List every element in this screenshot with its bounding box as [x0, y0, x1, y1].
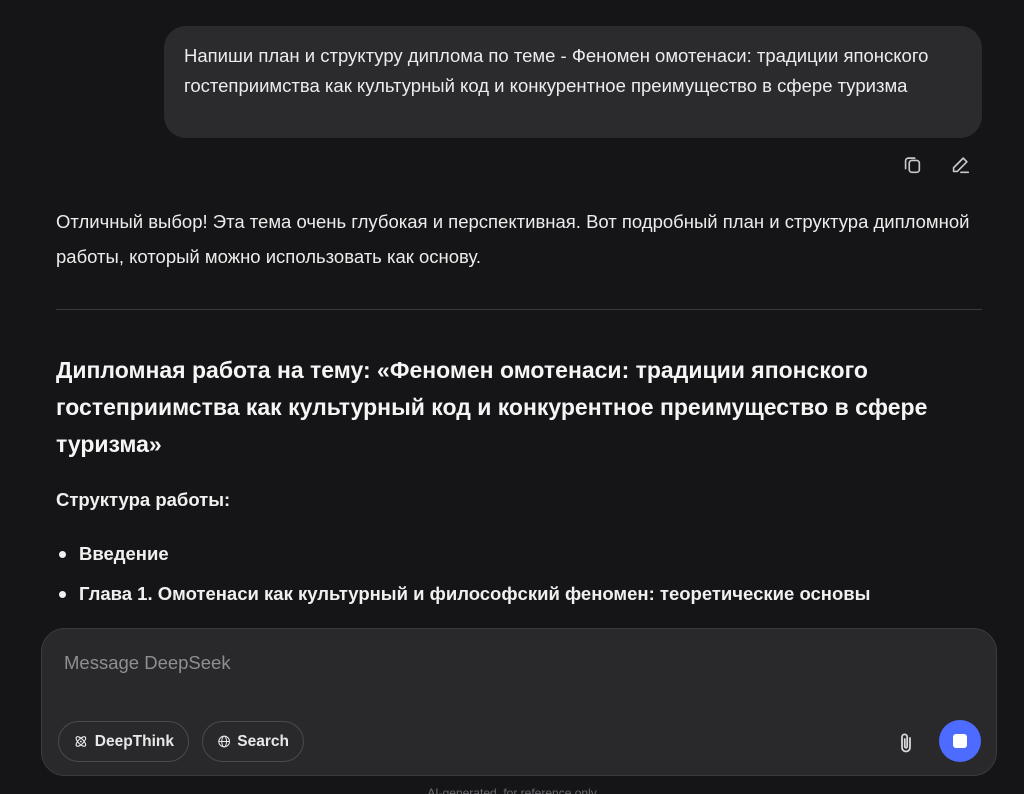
- user-message-bubble: Напиши план и структуру диплома по теме …: [164, 26, 982, 138]
- paperclip-icon: [901, 733, 911, 753]
- assistant-heading: Дипломная работа на тему: «Феномен омоте…: [56, 357, 928, 457]
- edit-button[interactable]: [948, 153, 972, 177]
- message-actions: [900, 150, 980, 180]
- footer-note: AI-generated, for reference only: [427, 786, 597, 794]
- message-composer: DeepThink Search: [41, 628, 997, 776]
- deepthink-button[interactable]: DeepThink: [58, 721, 189, 762]
- structure-label: Структура работы:: [56, 489, 231, 510]
- edit-icon: [952, 157, 970, 174]
- copy-icon: [904, 157, 921, 174]
- deepthink-label: DeepThink: [94, 732, 174, 750]
- message-input[interactable]: [64, 649, 924, 677]
- list-item: Глава 1. Омотенаси как культурный и фило…: [56, 580, 870, 620]
- atom-icon: [75, 736, 87, 747]
- chat-page: Напиши план и структуру диплома по теме …: [0, 0, 1024, 794]
- globe-icon: [218, 735, 231, 748]
- stop-icon: [953, 734, 967, 748]
- copy-button[interactable]: [900, 153, 924, 177]
- search-button[interactable]: Search: [202, 721, 304, 762]
- user-message-text: Напиши план и структуру диплома по теме …: [184, 45, 929, 96]
- divider: [56, 309, 982, 310]
- list-item: Введение: [56, 540, 870, 580]
- assistant-intro-text: Отличный выбор! Эта тема очень глубокая …: [56, 211, 970, 267]
- stop-generation-button[interactable]: [939, 720, 981, 762]
- attach-button[interactable]: [894, 731, 918, 755]
- structure-list: Введение Глава 1. Омотенаси как культурн…: [56, 540, 870, 620]
- search-label: Search: [237, 732, 289, 750]
